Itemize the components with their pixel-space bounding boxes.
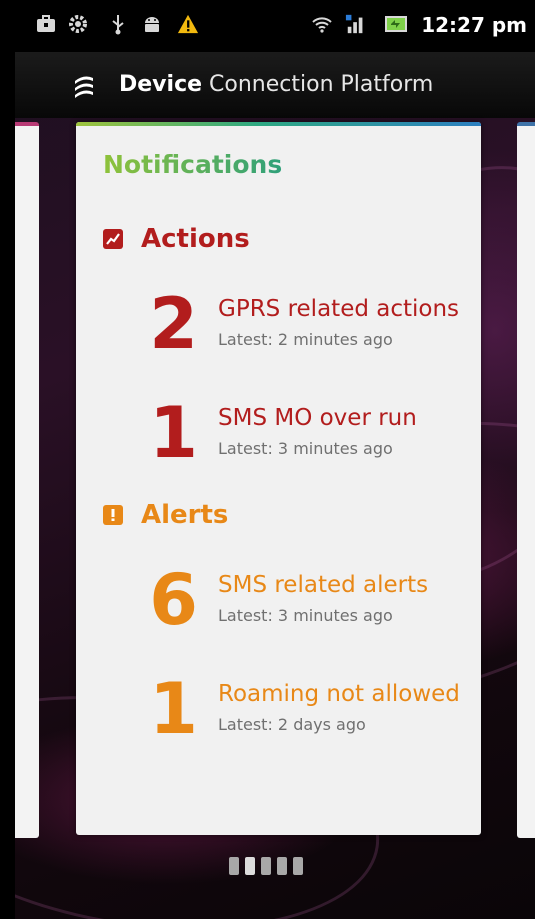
app-title: Device Connection Platform bbox=[119, 72, 433, 97]
alert-count: 1 bbox=[149, 668, 198, 750]
alert-count: 6 bbox=[149, 559, 198, 641]
android-icon bbox=[141, 13, 163, 35]
next-card[interactable] bbox=[517, 122, 535, 838]
page-dot[interactable] bbox=[277, 857, 287, 875]
alert-latest: Latest: 3 minutes ago bbox=[218, 606, 393, 625]
app-title-rest: Connection Platform bbox=[209, 72, 434, 97]
action-title: SMS MO over run bbox=[218, 405, 417, 431]
page-dot[interactable] bbox=[293, 857, 303, 875]
card-accent-line bbox=[76, 122, 481, 126]
action-item[interactable]: 1 SMS MO over run Latest: 3 minutes ago bbox=[136, 393, 476, 479]
action-item[interactable]: 2 GPRS related actions Latest: 2 minutes… bbox=[136, 284, 476, 370]
signal-icon bbox=[345, 13, 367, 35]
alerts-label: Alerts bbox=[141, 500, 229, 530]
alerts-section-header: Alerts bbox=[103, 500, 228, 530]
actions-chart-icon bbox=[103, 229, 123, 249]
page-dot[interactable] bbox=[245, 857, 255, 875]
notifications-title: Notifications bbox=[103, 150, 283, 179]
alert-title: SMS related alerts bbox=[218, 572, 429, 598]
alert-item[interactable]: 1 Roaming not allowed Latest: 2 days ago bbox=[136, 669, 476, 755]
usb-icon bbox=[107, 13, 129, 35]
app-logo-icon bbox=[73, 74, 95, 98]
settings-icon bbox=[67, 13, 89, 35]
action-title: GPRS related actions bbox=[218, 296, 460, 322]
action-count: 2 bbox=[149, 283, 198, 365]
battery-icon bbox=[385, 13, 407, 35]
alerts-exclamation-icon bbox=[103, 505, 123, 525]
app-title-bar: Device Connection Platform bbox=[15, 52, 535, 118]
actions-label: Actions bbox=[141, 224, 250, 254]
status-bar: 12:27 pm bbox=[15, 0, 535, 52]
alert-title: Roaming not allowed bbox=[218, 681, 460, 707]
page-indicator bbox=[229, 857, 303, 875]
previous-card[interactable] bbox=[15, 122, 39, 838]
status-time: 12:27 pm bbox=[421, 13, 527, 37]
wifi-icon bbox=[311, 13, 333, 35]
app-title-bold: Device bbox=[119, 72, 203, 97]
briefcase-icon bbox=[35, 13, 57, 35]
page-dot[interactable] bbox=[229, 857, 239, 875]
action-latest: Latest: 2 minutes ago bbox=[218, 330, 393, 349]
alert-item[interactable]: 6 SMS related alerts Latest: 3 minutes a… bbox=[136, 560, 476, 646]
page-dot[interactable] bbox=[261, 857, 271, 875]
alert-latest: Latest: 2 days ago bbox=[218, 715, 366, 734]
notifications-card: Notifications Actions 2 GPRS related act… bbox=[76, 122, 481, 835]
action-count: 1 bbox=[149, 392, 198, 474]
action-latest: Latest: 3 minutes ago bbox=[218, 439, 393, 458]
warning-icon bbox=[177, 13, 199, 35]
actions-section-header: Actions bbox=[103, 224, 250, 254]
phone-screen: 12:27 pm Device Connection Platform Noti… bbox=[15, 0, 535, 919]
